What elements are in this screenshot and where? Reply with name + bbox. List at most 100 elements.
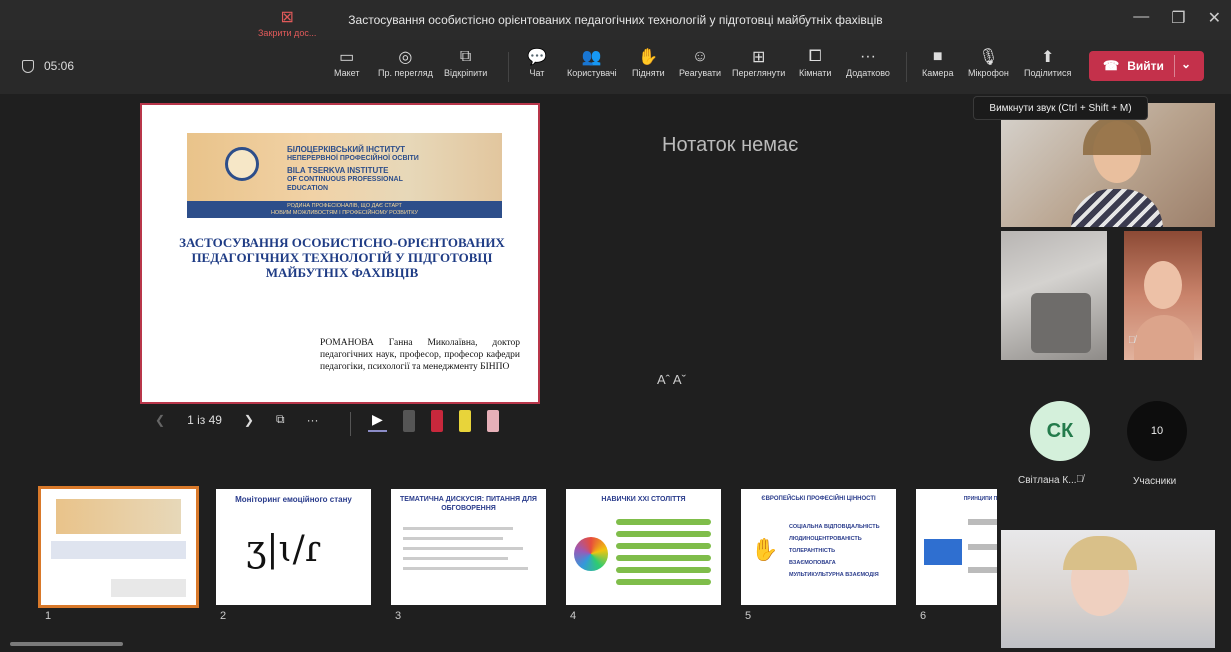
thumbnail-5[interactable]: ЄВРОПЕЙСЬКІ ПРОФЕСІЙНІ ЦІННОСТІ ✋ СОЦІАЛ… <box>741 489 896 605</box>
presenter-view-button[interactable]: ◎ Пр. перегляд <box>378 46 433 90</box>
institute-en-line1: BILA TSERKVA INSTITUTE <box>287 166 389 175</box>
thumb6-image <box>924 539 962 565</box>
institute-logo <box>225 147 259 181</box>
pointer-icon[interactable]: ▶ <box>368 411 387 432</box>
eraser-icon[interactable] <box>486 410 499 432</box>
highlighter-icon[interactable] <box>458 410 471 432</box>
prev-slide-icon[interactable]: ❮ <box>155 413 165 427</box>
share-button[interactable]: ⬆ Поділитися <box>1024 46 1071 90</box>
chevron-down-icon[interactable]: ⌄ <box>1181 57 1191 71</box>
layout-button[interactable]: ▭ Макет <box>334 46 359 90</box>
avatar[interactable]: СК <box>1030 401 1090 461</box>
slide-heading: ЗАСТОСУВАННЯ ОСОБИСТІСНО-ОРІЄНТОВАНИХ ПЕ… <box>179 235 505 280</box>
popout-label: Відкріпити <box>444 68 488 78</box>
leave-divider <box>1174 55 1175 77</box>
raise-hand-button[interactable]: ✋ Підняти <box>632 46 665 90</box>
leave-button[interactable]: ☎ Вийти ⌄ <box>1089 51 1204 81</box>
institute-en-line2: OF CONTINUOUS PROFESSIONAL <box>287 176 403 183</box>
stop-sharing-button[interactable]: ⊠ Закрити дос... <box>258 6 316 50</box>
next-slide-icon[interactable]: ❯ <box>244 413 254 427</box>
video-tile-1[interactable] <box>1001 103 1215 227</box>
thumb4-bar <box>616 531 711 537</box>
thumb1-banner <box>56 499 181 534</box>
maximize-button[interactable]: ❐ <box>1171 8 1185 28</box>
thumbnail-6[interactable]: ПРИНЦИПИ ПОВЕДІНКИ <box>916 489 997 605</box>
participant-shoulders <box>1134 315 1194 360</box>
thumb1-heading <box>51 541 186 559</box>
font-size-controls[interactable]: Aˆ Aˇ <box>657 372 686 387</box>
thumbnail-2[interactable]: Моніторинг емоційного стану ʒ|ɩ/ɾ <box>216 489 371 605</box>
more-options-icon[interactable]: ··· <box>307 413 319 427</box>
popout-button[interactable]: ⧉ Відкріпити <box>444 46 487 90</box>
institute-name: БІЛОЦЕРКІВСЬКИЙ ІНСТИТУТ НЕПЕРЕРВНОЇ ПРО… <box>287 145 419 193</box>
thumbnail-number: 5 <box>745 610 752 622</box>
view-button[interactable]: ⊞ Переглянути <box>732 46 785 90</box>
mic-off-icon: 🎙̸ <box>1076 474 1084 485</box>
thumbnail-4[interactable]: НАВИЧКИ XXI СТОЛІТТЯ <box>566 489 721 605</box>
slide-thumbnails: 1 Моніторинг емоційного стану ʒ|ɩ/ɾ 2 ТЕ… <box>0 485 997 625</box>
thumb2-title: Моніторинг емоційного стану <box>235 495 352 504</box>
thumb4-bar <box>616 555 711 561</box>
stop-sharing-label: Закрити дос... <box>258 28 317 38</box>
video-tile-3[interactable]: 🎙̸ <box>1124 231 1202 360</box>
rooms-button[interactable]: ⧠ Кімнати <box>799 46 831 90</box>
presenter-view-label: Пр. перегляд <box>378 68 433 78</box>
slide-position: 1 із 49 <box>187 412 222 427</box>
chat-label: Чат <box>529 68 545 78</box>
timer-text: 05:06 <box>44 59 75 73</box>
participant-shirt <box>1071 189 1163 227</box>
thumb5-list: СОЦІАЛЬНА ВІДПОВІДАЛЬНІСТЬ ЛЮДИНОЦЕНТРОВ… <box>789 521 880 581</box>
chat-button[interactable]: 💬 Чат <box>527 46 547 90</box>
thumb4-bar <box>616 519 711 525</box>
people-label: Користувачі <box>567 68 617 78</box>
thumb6-title: ПРИНЦИПИ ПОВЕДІНКИ <box>963 496 997 502</box>
close-window-button[interactable]: ✕ <box>1208 8 1221 28</box>
react-button[interactable]: ☺ Реагувати <box>679 46 721 90</box>
thumbnail-1[interactable] <box>38 486 199 608</box>
layout-icon: ▭ <box>339 49 355 66</box>
window-controls: — ❐ ✕ <box>1133 8 1221 28</box>
thumbnail-3[interactable]: ТЕМАТИЧНА ДИСКУСІЯ: ПИТАННЯ ДЛЯ ОБГОВОРЕ… <box>391 489 546 605</box>
motto-strip: РОДИНА ПРОФЕСІОНАЛІВ, ЩО ДАЄ СТАРТ НОВИМ… <box>187 201 502 218</box>
slide-author: РОМАНОВА Ганна Миколаївна, доктор педаго… <box>320 338 520 372</box>
participants-count[interactable]: 10 <box>1127 401 1187 461</box>
thumb5-item: ЛЮДИНОЦЕНТРОВАНІСТЬ <box>789 536 862 542</box>
thumb5-item: СОЦІАЛЬНА ВІДПОВІДАЛЬНІСТЬ <box>789 524 880 530</box>
thumb4-bar <box>616 579 711 585</box>
hand-icon: ✋ <box>751 537 779 562</box>
thumbnail-number: 4 <box>570 610 577 622</box>
thumb6-bar <box>968 519 997 525</box>
thumb3-line <box>403 537 503 540</box>
thumb3-title: ТЕМАТИЧНА ДИСКУСІЯ: ПИТАННЯ ДЛЯ ОБГОВОРЕ… <box>400 496 537 512</box>
thumb3-line <box>403 527 513 530</box>
more-button[interactable]: ··· Додатково <box>846 46 890 90</box>
popout-icon: ⧉ <box>459 48 472 65</box>
slide-navigation: ❮ 1 із 49 ❯ ⧉ ··· <box>155 412 319 427</box>
eye-icon: ◎ <box>398 49 413 66</box>
avatar-name: Світлана К... <box>1018 475 1077 486</box>
pen-red-icon[interactable] <box>430 410 443 432</box>
thumbnail-scrollbar[interactable] <box>10 642 123 646</box>
react-icon: ☺ <box>691 48 709 65</box>
more-icon: ··· <box>859 48 876 65</box>
raise-hand-icon: ✋ <box>638 49 659 66</box>
camera-label: Камера <box>922 68 954 78</box>
camera-button[interactable]: ■ Камера <box>922 46 953 90</box>
thumb5-item: МУЛЬТИКУЛЬТУРНА ВЗАЄМОДІЯ <box>789 572 879 578</box>
video-tile-2[interactable] <box>1001 231 1107 360</box>
mic-icon: 🎙 <box>978 49 999 66</box>
pen-gray-icon[interactable] <box>402 410 415 432</box>
tools-divider <box>350 412 351 436</box>
people-icon: 👥 <box>581 49 602 66</box>
grid-view-icon[interactable]: ⧉ <box>276 412 285 427</box>
video-tile-4[interactable] <box>1001 530 1215 648</box>
motto-line1: РОДИНА ПРОФЕСІОНАЛІВ, ЩО ДАЄ СТАРТ <box>287 203 402 209</box>
chat-icon: 💬 <box>527 49 547 66</box>
people-button[interactable]: 👥 Користувачі <box>567 46 617 90</box>
minimize-button[interactable]: — <box>1133 8 1149 28</box>
current-slide: БІЛОЦЕРКІВСЬКИЙ ІНСТИТУТ НЕПЕРЕРВНОЇ ПРО… <box>140 103 540 404</box>
close-share-icon: ⊠ <box>280 9 294 26</box>
video-object <box>1031 293 1091 353</box>
institute-en-line3: EDUCATION <box>287 185 329 192</box>
mic-button[interactable]: 🎙 Мікрофон <box>968 46 1009 90</box>
